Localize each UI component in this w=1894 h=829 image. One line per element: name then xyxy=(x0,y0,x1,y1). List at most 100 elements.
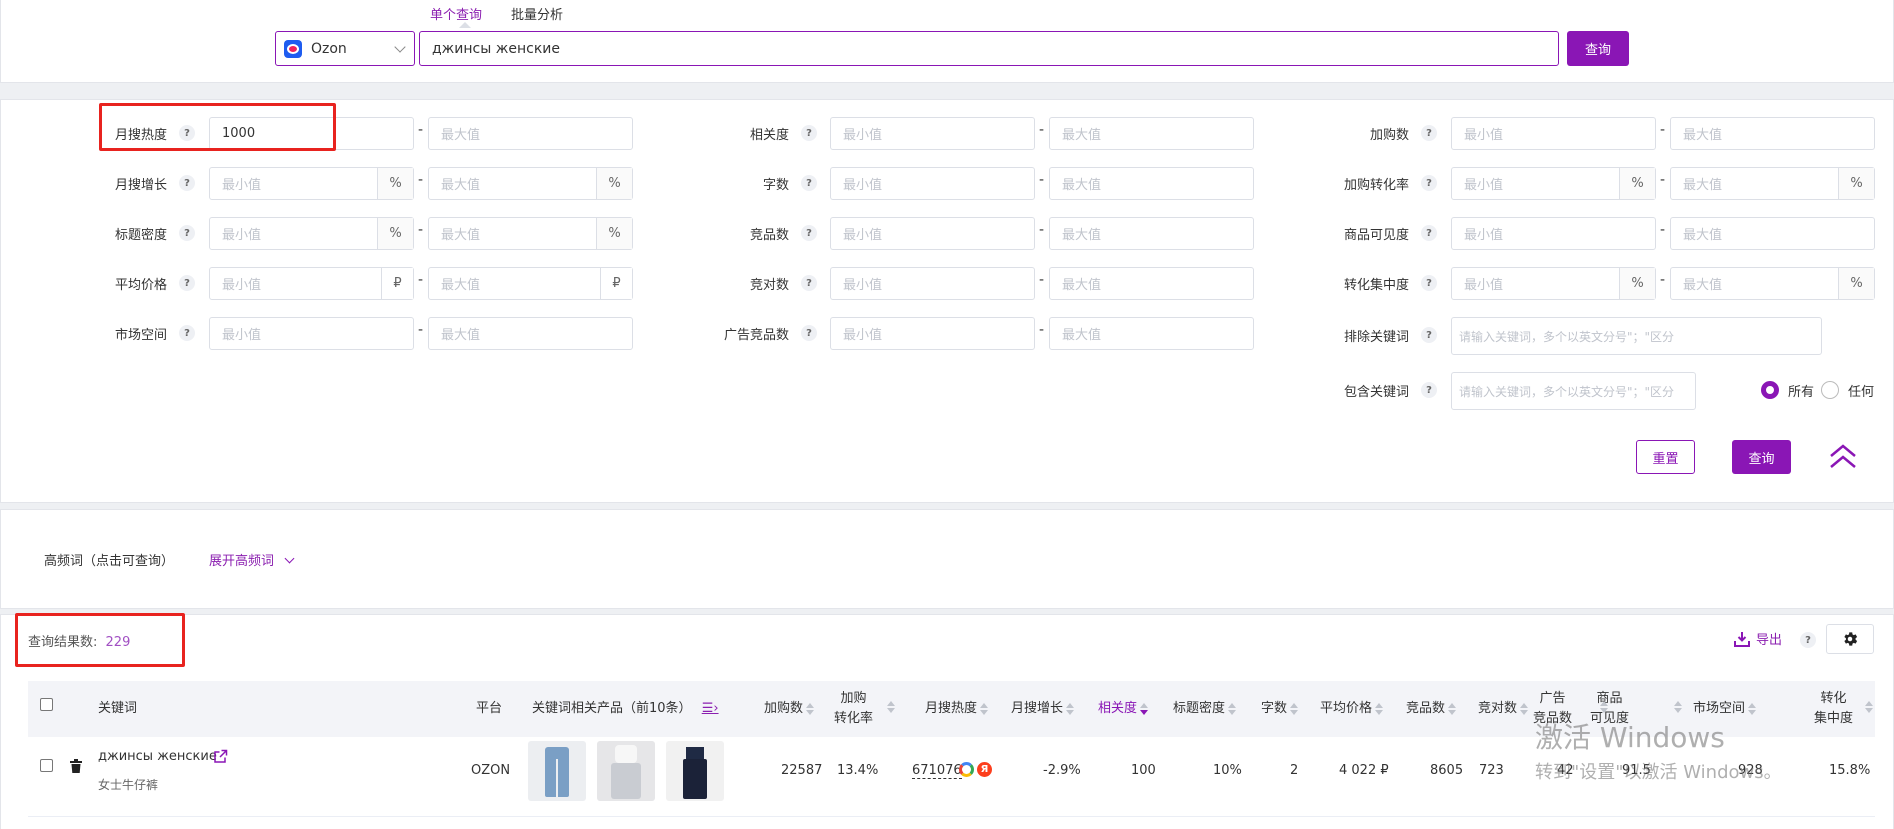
market-space-min-input[interactable]: 最小值 xyxy=(209,317,414,350)
help-icon[interactable]: ? xyxy=(801,125,817,141)
col-monthly-growth[interactable]: 月搜增长 xyxy=(1011,699,1075,719)
search-button[interactable]: 查询 xyxy=(1567,31,1629,66)
avg-price-min-input[interactable]: 最小值 ₽ xyxy=(209,267,414,300)
filter-query-button[interactable]: 查询 xyxy=(1732,440,1791,474)
collapse-icon[interactable] xyxy=(1828,443,1858,471)
col-cart-conv[interactable]: 加购 转化率 xyxy=(834,689,873,729)
competitors-min-input[interactable]: 最小值 xyxy=(830,217,1035,250)
results-panel: 查询结果数: 229 导出 ? 关键词 平台 关键词相关产品（前10条） ☰› … xyxy=(0,614,1894,829)
high-freq-label: 高频词（点击可查询） xyxy=(44,554,175,569)
monthly-growth-cell: -2.9% xyxy=(1043,763,1081,778)
tab-batch-analysis[interactable]: 批量分析 xyxy=(511,4,563,23)
help-icon[interactable]: ? xyxy=(1421,327,1437,343)
product-thumbnail[interactable] xyxy=(597,741,655,801)
cart-conv-min-input[interactable]: 最小值% xyxy=(1451,167,1656,200)
conv-concentration-min-input[interactable]: 最小值% xyxy=(1451,267,1656,300)
keyword-text[interactable]: джинсы женские xyxy=(98,749,217,764)
highlight-box xyxy=(15,613,185,667)
relevance-max-input[interactable]: 最大值 xyxy=(1049,117,1254,150)
help-icon[interactable]: ? xyxy=(179,275,195,291)
keyword-translation: 女士牛仔裤 xyxy=(98,778,159,792)
word-count-min-input[interactable]: 最小值 xyxy=(830,167,1035,200)
visibility-cell: 91.5 xyxy=(1622,763,1651,778)
filter-panel: 月搜热度 月搜增长 标题密度 平均价格 市场空间 ? ? ? ? ? 1000 … xyxy=(0,99,1894,503)
competitors-max-input[interactable]: 最大值 xyxy=(1049,217,1254,250)
google-icon[interactable] xyxy=(959,762,974,777)
help-icon[interactable]: ? xyxy=(1421,175,1437,191)
cart-adds-min-input[interactable]: 最小值 xyxy=(1451,117,1656,150)
monthly-search-cell[interactable]: 671076 xyxy=(912,763,962,779)
filter-label-relevance: 相关度 xyxy=(749,128,789,143)
market-space-max-input[interactable]: 最大值 xyxy=(428,317,633,350)
bids-min-input[interactable]: 最小值 xyxy=(830,267,1035,300)
yandex-icon[interactable]: Я xyxy=(977,762,992,777)
col-visibility[interactable]: 商品 可见度 xyxy=(1590,689,1629,729)
relevance-min-input[interactable]: 最小值 xyxy=(830,117,1035,150)
col-platform: 平台 xyxy=(476,701,503,716)
visibility-max-input[interactable]: 最大值 xyxy=(1670,217,1875,250)
help-icon[interactable]: ? xyxy=(1421,125,1437,141)
select-all-checkbox[interactable] xyxy=(40,698,53,711)
row-checkbox[interactable] xyxy=(40,759,53,772)
word-count-max-input[interactable]: 最大值 xyxy=(1049,167,1254,200)
market-space-cell: 928 xyxy=(1738,763,1763,778)
conv-concentration-cell: 15.8% xyxy=(1829,763,1871,778)
reset-button[interactable]: 重置 xyxy=(1636,440,1695,474)
help-icon[interactable]: ? xyxy=(1800,632,1816,648)
help-icon[interactable]: ? xyxy=(801,175,817,191)
col-word-count[interactable]: 字数 xyxy=(1261,699,1299,719)
include-keywords-input[interactable]: 请输入关键词，多个以英文分号"；"区分 xyxy=(1451,372,1696,410)
col-bids[interactable]: 竞对数 xyxy=(1478,699,1529,719)
trash-icon[interactable] xyxy=(70,759,82,777)
col-monthly-search[interactable]: 月搜热度 xyxy=(925,699,989,719)
cart-conv-max-input[interactable]: 最大值% xyxy=(1670,167,1875,200)
exclude-keywords-input[interactable]: 请输入关键词，多个以英文分号"；"区分 xyxy=(1451,317,1822,355)
visibility-min-input[interactable]: 最小值 xyxy=(1451,217,1656,250)
ad-competitors-min-input[interactable]: 最小值 xyxy=(830,317,1035,350)
expand-high-freq-link[interactable]: 展开高频词 xyxy=(209,550,295,569)
match-any-radio[interactable] xyxy=(1821,381,1839,399)
monthly-search-max-input[interactable]: 最大值 xyxy=(428,117,633,150)
col-products: 关键词相关产品（前10条） ☰› xyxy=(532,701,719,716)
col-conv-concentration[interactable]: 转化 集中度 xyxy=(1814,689,1853,729)
ad-competitors-max-input[interactable]: 最大值 xyxy=(1049,317,1254,350)
conv-concentration-max-input[interactable]: 最大值% xyxy=(1670,267,1875,300)
match-any-label[interactable]: 任何 xyxy=(1848,381,1874,400)
match-all-radio[interactable] xyxy=(1761,381,1779,399)
platform-select[interactable]: Ozon xyxy=(275,31,415,66)
col-competitors[interactable]: 竞品数 xyxy=(1406,699,1457,719)
col-market-space[interactable]: 市场空间 xyxy=(1693,699,1757,719)
col-ad-competitors[interactable]: 广告 竞品数 xyxy=(1533,689,1572,729)
help-icon[interactable]: ? xyxy=(801,275,817,291)
export-button[interactable]: 导出 xyxy=(1734,629,1782,648)
help-icon[interactable]: ? xyxy=(179,225,195,241)
help-icon[interactable]: ? xyxy=(179,325,195,341)
col-cart-adds[interactable]: 加购数 xyxy=(764,699,815,719)
settings-button[interactable] xyxy=(1826,624,1874,654)
help-icon[interactable]: ? xyxy=(179,175,195,191)
title-density-max-input[interactable]: 最大值% xyxy=(428,217,633,250)
help-icon[interactable]: ? xyxy=(801,225,817,241)
cart-adds-max-input[interactable]: 最大值 xyxy=(1670,117,1875,150)
avg-price-max-input[interactable]: 最大值 ₽ xyxy=(428,267,633,300)
help-icon[interactable]: ? xyxy=(1421,225,1437,241)
bids-max-input[interactable]: 最大值 xyxy=(1049,267,1254,300)
col-title-density[interactable]: 标题密度 xyxy=(1173,699,1237,719)
help-icon[interactable]: ? xyxy=(1421,382,1437,398)
filter-label-title-density: 标题密度 xyxy=(114,228,167,243)
col-relevance[interactable]: 相关度 xyxy=(1098,699,1149,719)
monthly-growth-min-input[interactable]: 最小值% xyxy=(209,167,414,200)
match-all-label[interactable]: 所有 xyxy=(1788,381,1814,400)
sort-lines-icon[interactable]: ☰› xyxy=(702,701,719,716)
col-avg-price[interactable]: 平均价格 xyxy=(1320,699,1384,719)
product-thumbnail[interactable] xyxy=(528,741,586,801)
help-icon[interactable]: ? xyxy=(1421,275,1437,291)
product-thumbnail[interactable] xyxy=(666,741,724,801)
keyword-search-input[interactable]: джинсы женские xyxy=(419,31,1559,66)
tab-single-query[interactable]: 单个查询 xyxy=(430,4,482,23)
title-density-min-input[interactable]: 最小值% xyxy=(209,217,414,250)
external-link-icon[interactable] xyxy=(213,749,228,768)
help-icon[interactable]: ? xyxy=(801,325,817,341)
monthly-growth-max-input[interactable]: 最大值% xyxy=(428,167,633,200)
filter-label-bids: 竞对数 xyxy=(749,278,789,293)
